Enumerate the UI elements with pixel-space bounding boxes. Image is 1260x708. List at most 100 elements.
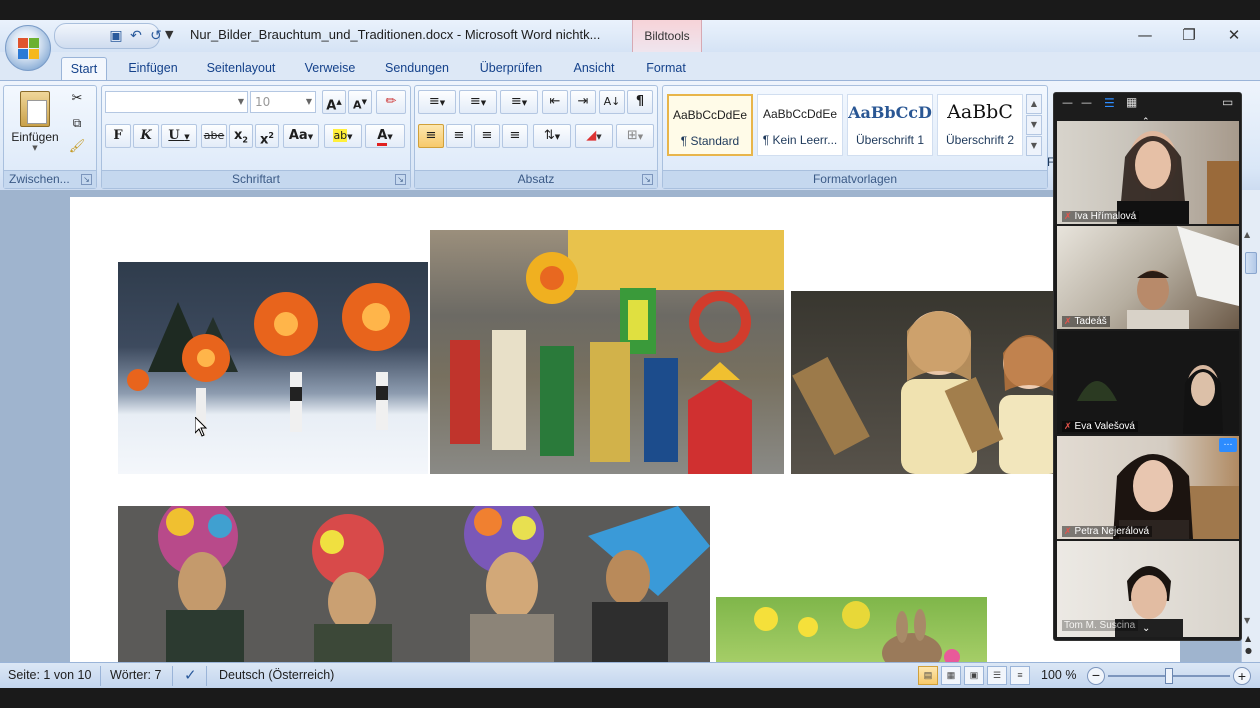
- zoom-in-icon[interactable]: +: [1233, 667, 1251, 685]
- styles-more-icon[interactable]: ▼: [1026, 136, 1042, 156]
- word-count[interactable]: Wörter: 7: [110, 668, 161, 682]
- clear-formatting-icon[interactable]: ✏: [376, 90, 406, 114]
- italic-icon[interactable]: K: [133, 124, 159, 148]
- tab-start[interactable]: Start: [61, 57, 107, 80]
- participant-tile[interactable]: Tom M. Suscina ⌄: [1057, 541, 1239, 637]
- tab-sendungen[interactable]: Sendungen: [376, 57, 458, 80]
- sort-icon[interactable]: A↓: [599, 90, 625, 114]
- image-masked-figures[interactable]: [118, 506, 710, 669]
- full-screen-reading-icon[interactable]: ▦: [941, 666, 961, 685]
- copy-icon[interactable]: ⧉: [66, 113, 88, 133]
- cut-icon[interactable]: ✂: [66, 89, 88, 109]
- vertical-scrollbar[interactable]: ▲ ▼ ▲ ●: [1241, 190, 1260, 662]
- decrease-indent-icon[interactable]: ⇤: [542, 90, 568, 114]
- save-icon[interactable]: ▣: [107, 28, 125, 45]
- clipboard-launcher-icon[interactable]: ↘: [81, 174, 92, 185]
- tab-seitenlayout[interactable]: Seitenlayout: [198, 57, 284, 80]
- bold-icon[interactable]: F: [105, 124, 131, 148]
- minimize-icon[interactable]: —: [1125, 24, 1165, 46]
- participant-tile[interactable]: ✗ Eva Valešová: [1057, 331, 1239, 434]
- center-icon[interactable]: ≡: [446, 124, 472, 148]
- close-icon[interactable]: ✕: [1214, 24, 1254, 46]
- tab-ueberpruefen[interactable]: Überprüfen: [470, 57, 552, 80]
- scroll-down-icon[interactable]: ⌄: [1142, 623, 1150, 634]
- status-separator: [206, 666, 207, 686]
- image-perchten-lanterns[interactable]: [118, 262, 428, 474]
- grow-font-icon[interactable]: A▲: [322, 90, 346, 114]
- style-ueberschrift-2[interactable]: AaBbC Überschrift 2: [937, 94, 1023, 156]
- multilevel-icon[interactable]: ≡▼: [500, 90, 538, 114]
- shading-icon[interactable]: ◢▼: [575, 124, 613, 148]
- page-count[interactable]: Seite: 1 von 10: [8, 668, 91, 682]
- style-sample: AaBbCcDdEe: [672, 108, 748, 122]
- prev-page-icon[interactable]: ▲: [1245, 634, 1251, 643]
- gallery-view-icon[interactable]: ▦: [1126, 95, 1137, 109]
- web-layout-icon[interactable]: ▣: [964, 666, 984, 685]
- font-name-combo[interactable]: ▼: [105, 91, 248, 113]
- undo-icon[interactable]: ↶: [127, 28, 145, 45]
- office-button[interactable]: [5, 25, 51, 71]
- paragraph-launcher-icon[interactable]: ↘: [642, 174, 653, 185]
- print-layout-icon[interactable]: ▤: [918, 666, 938, 685]
- scroll-up-icon[interactable]: ▲: [1244, 230, 1250, 239]
- style-ueberschrift-1[interactable]: AaBbCcD Überschrift 1: [847, 94, 933, 156]
- font-color-icon[interactable]: A▼: [365, 124, 405, 148]
- styles-scroll-down-icon[interactable]: ▼: [1026, 115, 1042, 135]
- align-left-icon[interactable]: ≡: [418, 124, 444, 148]
- document-page[interactable]: [70, 197, 1180, 677]
- language[interactable]: Deutsch (Österreich): [219, 668, 334, 682]
- styles-scroll-up-icon[interactable]: ▲: [1026, 94, 1042, 114]
- browse-object-icon[interactable]: ●: [1245, 646, 1252, 655]
- paste-button[interactable]: Einfügen ▼: [9, 89, 61, 157]
- change-case-icon[interactable]: Aa▼: [283, 124, 319, 148]
- scroll-thumb[interactable]: [1245, 252, 1257, 274]
- more-options-icon[interactable]: …: [1219, 438, 1237, 452]
- hide-self-icon[interactable]: —: [1081, 96, 1092, 109]
- underline-icon[interactable]: U ▼: [161, 124, 197, 148]
- image-easter-flowers[interactable]: [716, 597, 987, 669]
- draft-view-icon[interactable]: ≡: [1010, 666, 1030, 685]
- font-size-combo[interactable]: 10 ▼: [250, 91, 316, 113]
- tab-einfuegen[interactable]: Einfügen: [120, 57, 186, 80]
- pilcrow-icon[interactable]: ¶: [627, 90, 653, 114]
- restore-icon[interactable]: ❐: [1169, 24, 1209, 46]
- bullets-icon[interactable]: ≡▼: [418, 90, 456, 114]
- participant-tile[interactable]: ✗ Tadeáš: [1057, 226, 1239, 329]
- tab-verweise[interactable]: Verweise: [297, 57, 363, 80]
- increase-indent-icon[interactable]: ⇥: [570, 90, 596, 114]
- outline-view-icon[interactable]: ☰: [987, 666, 1007, 685]
- proofing-icon[interactable]: ✓: [184, 666, 197, 684]
- line-spacing-icon[interactable]: ⇅▼: [533, 124, 571, 148]
- font-launcher-icon[interactable]: ↘: [395, 174, 406, 185]
- image-carnival-parade[interactable]: [430, 230, 784, 474]
- shrink-font-icon[interactable]: A▼: [348, 90, 372, 114]
- participant-name-tag: ✗ Petra Nejerálová: [1062, 526, 1153, 537]
- strikethrough-icon[interactable]: abe: [201, 124, 227, 148]
- highlight-icon[interactable]: ab▼: [324, 124, 362, 148]
- exit-minimized-icon[interactable]: ▭: [1222, 95, 1233, 109]
- scroll-down-icon[interactable]: ▼: [1244, 616, 1250, 625]
- style-kein-leerraum[interactable]: AaBbCcDdEe ¶ Kein Leerr...: [757, 94, 843, 156]
- tab-ansicht[interactable]: Ansicht: [564, 57, 624, 80]
- zoom-level[interactable]: 100 %: [1041, 668, 1076, 682]
- justify-icon[interactable]: ≡: [502, 124, 528, 148]
- redo-icon[interactable]: ↺: [147, 28, 165, 45]
- speaker-view-icon[interactable]: ☰: [1104, 96, 1115, 110]
- numbering-icon[interactable]: ≡▼: [459, 90, 497, 114]
- zoom-out-icon[interactable]: −: [1087, 667, 1105, 685]
- tab-format[interactable]: Format: [636, 57, 696, 80]
- superscript-icon[interactable]: x2: [255, 124, 279, 148]
- lantern-scene-graphic: [127, 283, 410, 436]
- participant-name: Iva Hřímalová: [1074, 211, 1137, 222]
- minimize-panel-icon[interactable]: —: [1062, 96, 1073, 109]
- align-right-icon[interactable]: ≡: [474, 124, 500, 148]
- borders-icon[interactable]: ⊞▼: [616, 124, 654, 148]
- zoom-slider-thumb[interactable]: [1165, 668, 1173, 684]
- format-painter-icon[interactable]: 🖌: [66, 137, 88, 157]
- status-bar: Seite: 1 von 10 Wörter: 7 ✓ Deutsch (Öst…: [0, 662, 1260, 688]
- subscript-icon[interactable]: x2: [229, 124, 253, 148]
- participant-tile[interactable]: … ✗ Petra Nejerálová: [1057, 436, 1239, 539]
- style-standard[interactable]: AaBbCcDdEe ¶ Standard: [667, 94, 753, 156]
- customize-qat-icon[interactable]: ▼: [165, 28, 173, 41]
- participant-tile[interactable]: ✗ Iva Hřímalová: [1057, 121, 1239, 224]
